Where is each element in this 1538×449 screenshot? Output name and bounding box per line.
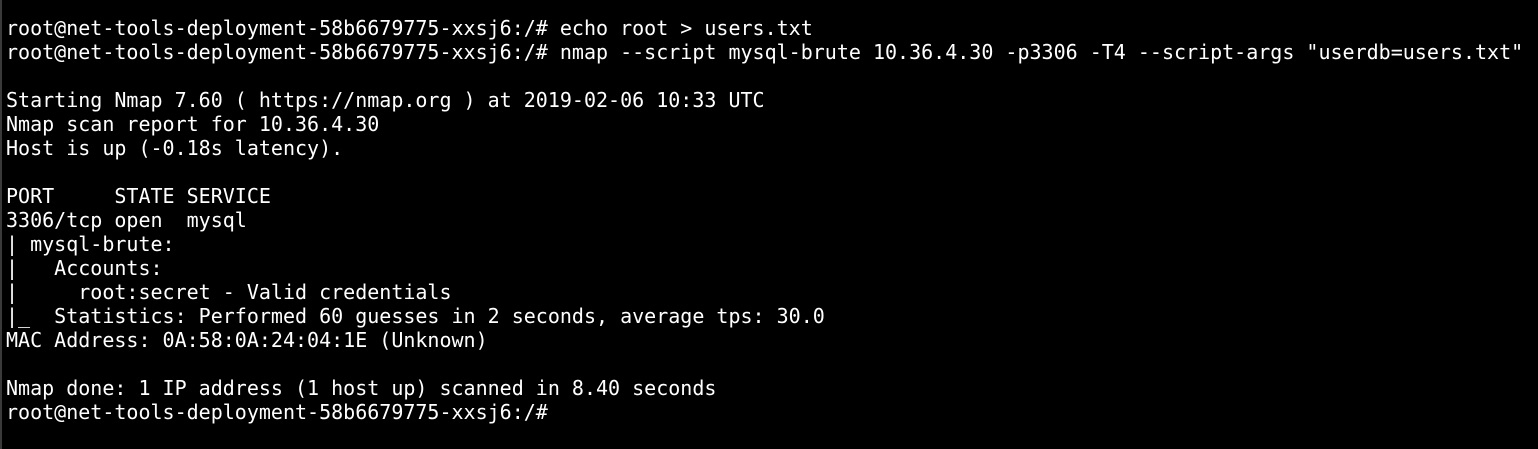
terminal-line: |_ Statistics: Performed 60 guesses in 2…: [6, 304, 825, 328]
terminal-line: Starting Nmap 7.60 ( https://nmap.org ) …: [6, 88, 765, 112]
terminal-line: Nmap done: 1 IP address (1 host up) scan…: [6, 376, 717, 400]
terminal-line: Host is up (-0.18s latency).: [6, 136, 344, 160]
terminal-line: Nmap scan report for 10.36.4.30: [6, 112, 380, 136]
terminal-prompt: root@net-tools-deployment-58b6679775-xxs…: [6, 400, 560, 424]
terminal-window[interactable]: root@net-tools-deployment-58b6679775-xxs…: [0, 0, 1538, 449]
terminal-line: root@net-tools-deployment-58b6679775-xxs…: [6, 40, 1524, 64]
terminal-line: MAC Address: 0A:58:0A:24:04:1E (Unknown): [6, 328, 488, 352]
terminal-line: | mysql-brute:: [6, 232, 175, 256]
terminal-line: PORT STATE SERVICE: [6, 184, 271, 208]
terminal-output: root@net-tools-deployment-58b6679775-xxs…: [6, 16, 1523, 424]
terminal-prompt-line[interactable]: root@net-tools-deployment-58b6679775-xxs…: [6, 400, 1523, 424]
terminal-line: root@net-tools-deployment-58b6679775-xxs…: [6, 16, 813, 40]
terminal-line: 3306/tcp open mysql: [6, 208, 247, 232]
terminal-cursor: [560, 402, 572, 422]
terminal-line: | Accounts:: [6, 256, 163, 280]
terminal-line: | root:secret - Valid credentials: [6, 280, 452, 304]
